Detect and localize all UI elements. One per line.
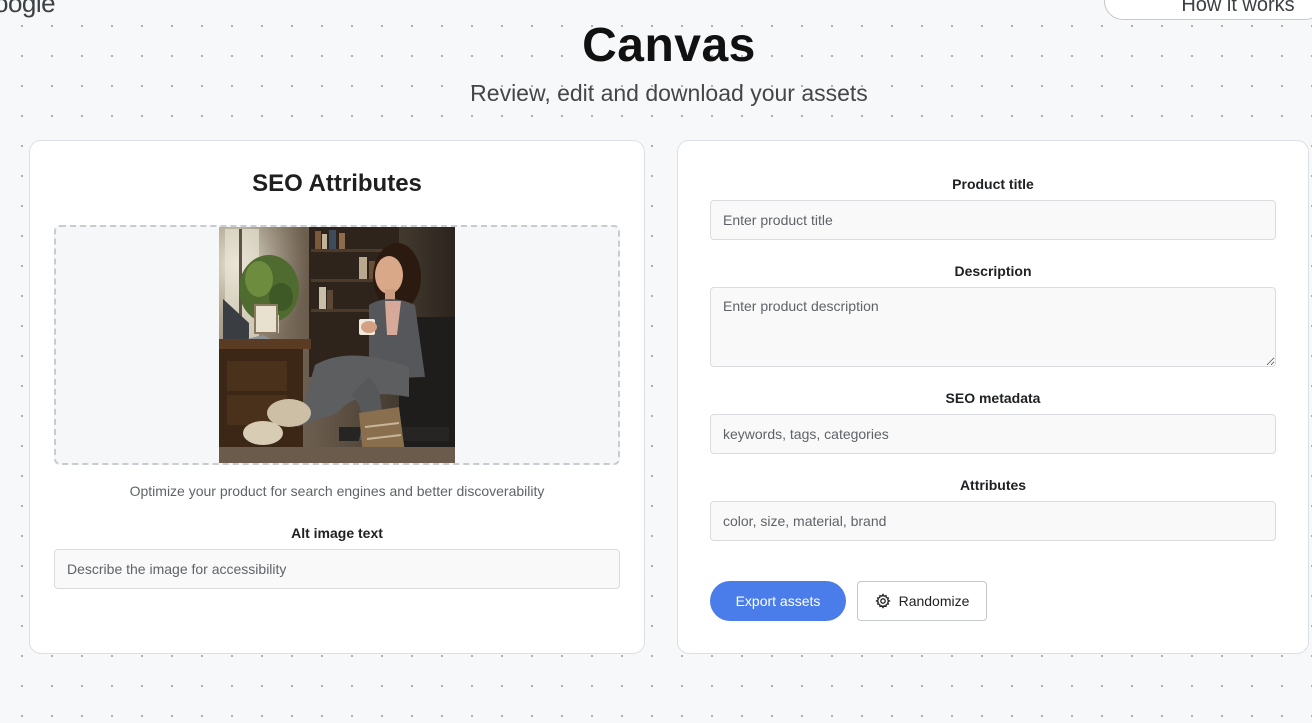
seo-attributes-card: SEO Attributes Optimize your product for… [29, 140, 645, 654]
description-label: Description [954, 263, 1032, 279]
page-subtitle: Review, edit and download your assets [470, 80, 868, 106]
attributes-input[interactable] [710, 501, 1276, 541]
how-it-works-button[interactable]: How it works [1104, 0, 1312, 20]
product-details-card: Product title Description SEO metadata A… [677, 140, 1309, 654]
product-title-input[interactable] [710, 200, 1276, 240]
randomize-button[interactable]: Randomize [857, 581, 987, 621]
seo-metadata-input[interactable] [710, 414, 1276, 454]
product-image [219, 227, 455, 463]
gear-icon [874, 593, 891, 609]
description-textarea[interactable] [710, 287, 1276, 367]
export-assets-button[interactable]: Export assets [710, 581, 846, 621]
card-title: SEO Attributes [252, 170, 422, 197]
seo-helper-text: Optimize your product for search engines… [129, 483, 545, 499]
page-title: Canvas [582, 19, 756, 72]
google-logo: oogle [0, 0, 56, 18]
image-dropzone[interactable] [54, 225, 620, 465]
randomize-label: Randomize [898, 593, 970, 609]
alt-text-input[interactable] [54, 549, 620, 589]
product-title-label: Product title [952, 176, 1034, 192]
attributes-label: Attributes [959, 477, 1027, 493]
seo-metadata-label: SEO metadata [945, 390, 1041, 406]
alt-text-label: Alt image text [291, 525, 383, 541]
